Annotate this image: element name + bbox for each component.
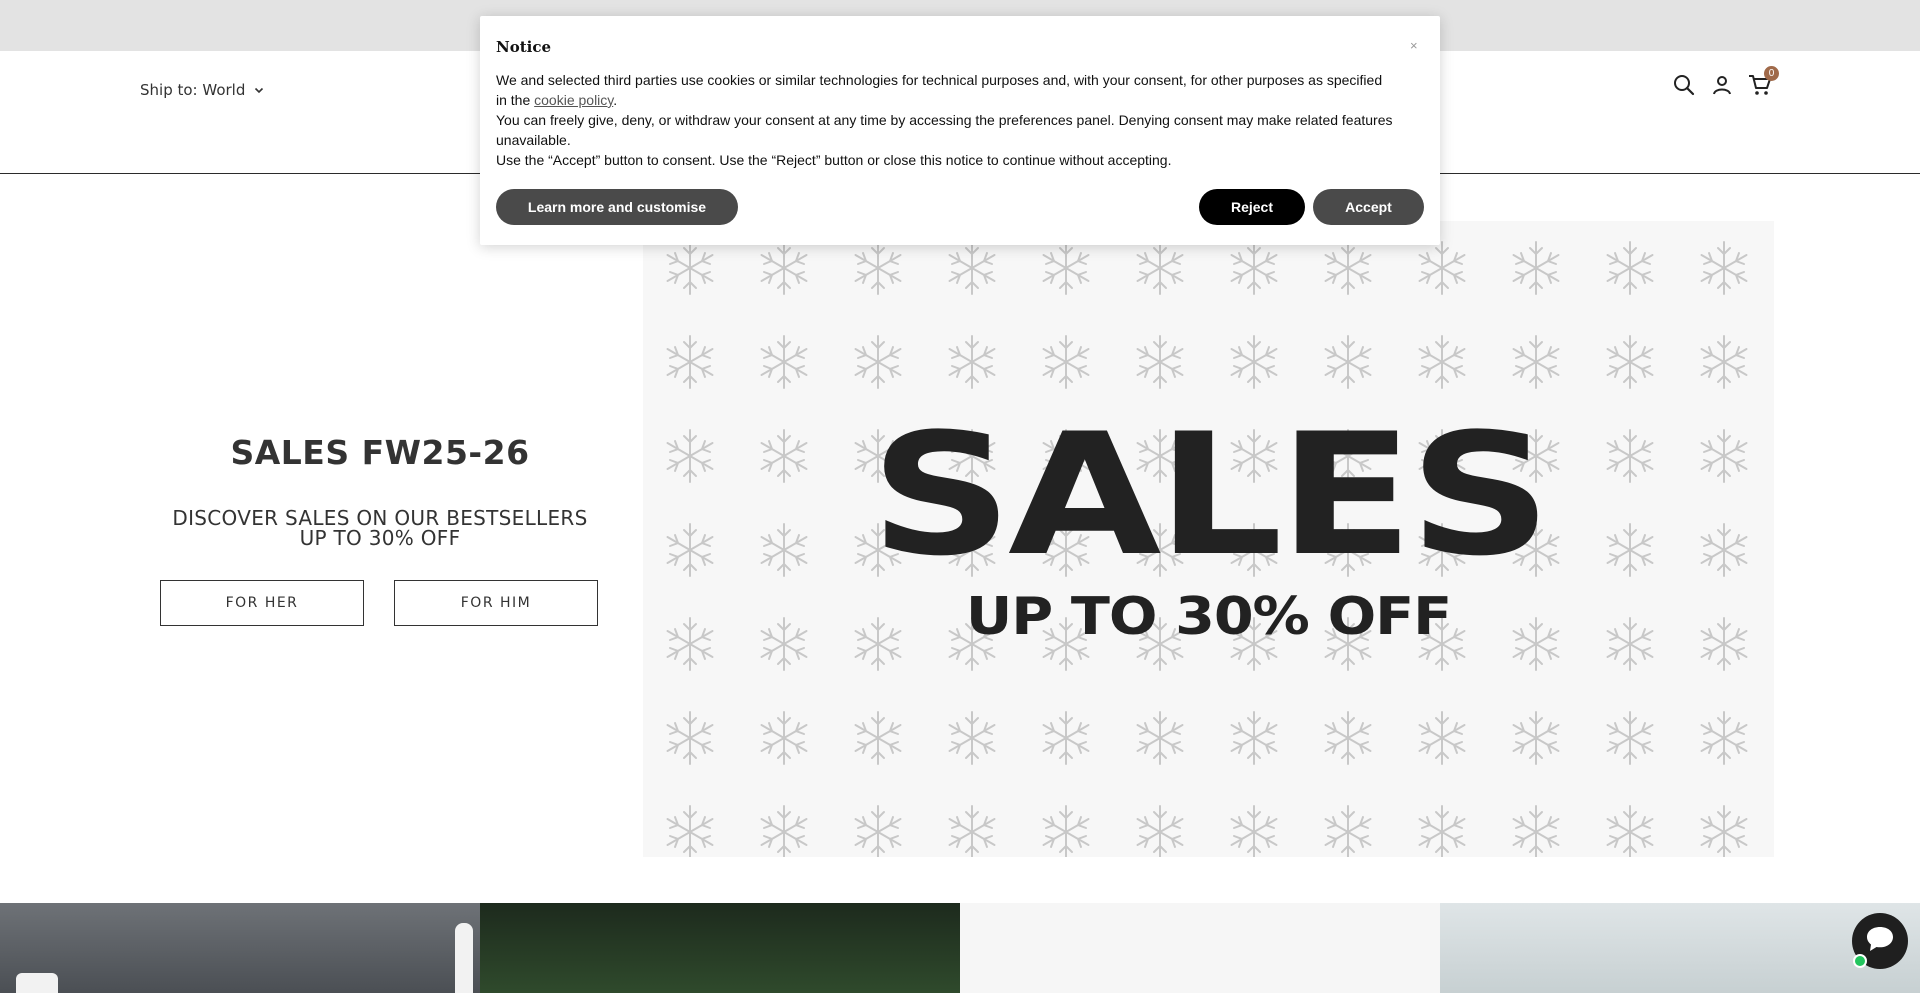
cookie-text-1-start: We and selected third parties use cookie… bbox=[496, 72, 1383, 108]
cookie-text-1-end: . bbox=[613, 92, 618, 108]
banner-headline: SALES bbox=[869, 397, 1552, 593]
category-tile-1[interactable] bbox=[0, 903, 480, 993]
online-status-indicator bbox=[1853, 954, 1867, 968]
cookie-text-1: We and selected third parties use cookie… bbox=[496, 70, 1396, 110]
hero-section: SALES FW25-26 DISCOVER SALES ON OUR BEST… bbox=[0, 175, 1920, 903]
cookie-text-3: Use the “Accept” button to consent. Use … bbox=[496, 152, 1172, 168]
hero-text: SALES FW25-26 DISCOVER SALES ON OUR BEST… bbox=[150, 433, 610, 548]
category-tile-4[interactable] bbox=[1440, 903, 1920, 993]
category-tile-2[interactable] bbox=[480, 903, 960, 993]
product-image bbox=[455, 923, 473, 993]
reject-button[interactable]: Reject bbox=[1199, 189, 1305, 225]
ship-to-selector[interactable]: Ship to: World bbox=[140, 81, 265, 99]
account-icon[interactable] bbox=[1710, 73, 1734, 97]
header-icons: 0 bbox=[1672, 66, 1779, 97]
sales-banner[interactable]: SALES UP TO 30% OFF bbox=[643, 221, 1774, 857]
search-icon[interactable] bbox=[1672, 73, 1696, 97]
banner-discount: UP TO 30% OFF bbox=[965, 587, 1452, 647]
cookie-notice-body: We and selected third parties use cookie… bbox=[496, 70, 1396, 170]
hero-subtitle-line2: UP TO 30% OFF bbox=[299, 526, 461, 550]
cart-count-badge: 0 bbox=[1764, 66, 1779, 81]
cookie-notice: Notice × We and selected third parties u… bbox=[480, 16, 1440, 245]
close-icon[interactable]: × bbox=[1410, 38, 1418, 53]
accept-button[interactable]: Accept bbox=[1313, 189, 1424, 225]
chevron-down-icon bbox=[253, 84, 265, 96]
hero-subtitle-line1: DISCOVER SALES ON OUR BESTSELLERS bbox=[172, 506, 588, 530]
learn-more-button[interactable]: Learn more and customise bbox=[496, 189, 738, 225]
cookie-policy-link[interactable]: cookie policy bbox=[534, 92, 613, 108]
category-tiles bbox=[0, 903, 1920, 993]
banner-text: SALES UP TO 30% OFF bbox=[643, 221, 1774, 857]
hero-buttons: FOR HER FOR HIM bbox=[160, 580, 598, 626]
chat-bubble-icon bbox=[1864, 924, 1896, 959]
for-her-button[interactable]: FOR HER bbox=[160, 580, 364, 626]
category-tile-3[interactable] bbox=[960, 903, 1440, 993]
hero-title: SALES FW25-26 bbox=[230, 433, 530, 472]
hero-subtitle: DISCOVER SALES ON OUR BESTSELLERS UP TO … bbox=[150, 508, 610, 548]
cookie-notice-title: Notice bbox=[496, 38, 552, 56]
product-image bbox=[16, 973, 58, 993]
cart-icon[interactable]: 0 bbox=[1748, 66, 1779, 97]
for-him-button[interactable]: FOR HIM bbox=[394, 580, 598, 626]
cookie-text-2: You can freely give, deny, or withdraw y… bbox=[496, 112, 1393, 148]
ship-to-label: Ship to: World bbox=[140, 81, 246, 99]
